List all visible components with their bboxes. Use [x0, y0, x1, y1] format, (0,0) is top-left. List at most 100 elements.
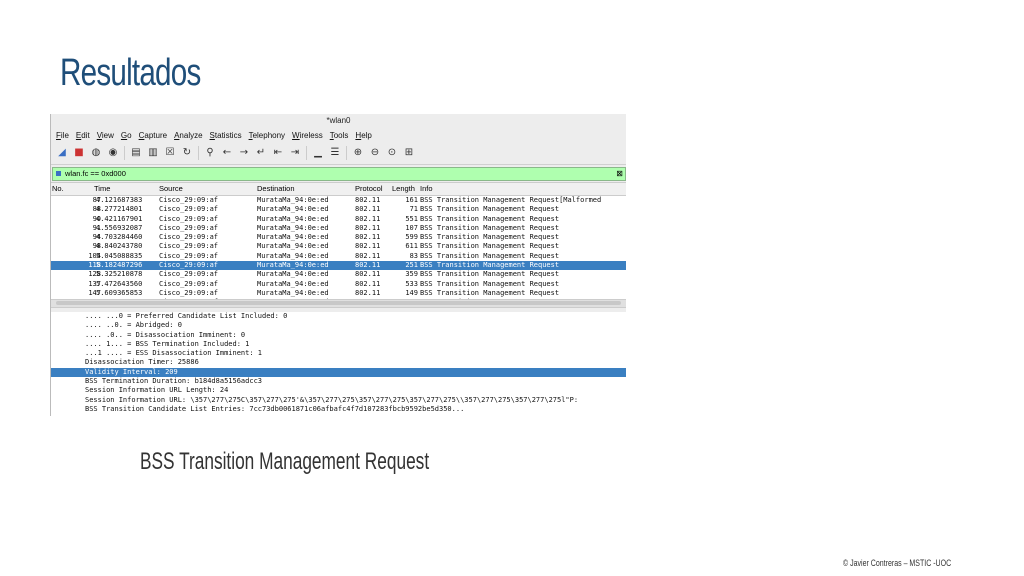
toolbar-separator [198, 146, 199, 160]
detail-line[interactable]: .... 1... = BSS Termination Included: 1 [51, 340, 626, 349]
packet-no: 98 [92, 242, 101, 251]
packet-src: Cisco_29:09:af [159, 261, 219, 270]
menu-edit[interactable]: Edit [76, 131, 90, 140]
toolbar-separator [124, 146, 125, 160]
packet-dst: MurataMa_94:0e:ed [257, 196, 329, 204]
packet-row[interactable]: 147 5.609365853 Cisco_29:09:af MurataMa_94:… [51, 289, 626, 298]
menu-file[interactable]: File [56, 131, 69, 140]
menu-go[interactable]: Go [121, 131, 132, 140]
open-file-icon[interactable]: ▤ [130, 147, 142, 159]
last-packet-icon[interactable]: ⇥ [289, 147, 301, 159]
packet-no: 128 [88, 270, 101, 279]
packet-proto: 802.11 [355, 205, 381, 214]
detail-line[interactable]: Session Information URL Length: 24 [51, 386, 626, 395]
zoom-out-icon[interactable]: ⊖ [369, 147, 381, 159]
packet-list-header: No. Time Source Destination Protocol Length In… [51, 182, 626, 196]
detail-line[interactable]: ...1 .... = ESS Disassociation Imminent:… [51, 349, 626, 358]
menu-help[interactable]: Help [355, 131, 371, 140]
close-file-icon[interactable]: ☒ [164, 147, 176, 159]
menu-statistics[interactable]: Statistics [210, 131, 242, 140]
restart-icon[interactable]: ◍ [90, 147, 102, 159]
resize-columns-icon[interactable]: ⊞ [403, 147, 415, 159]
detail-line[interactable]: Disassociation Timer: 25886 [51, 358, 626, 367]
col-protocol-header[interactable]: Protocol [355, 183, 383, 195]
packet-no: 137 [88, 279, 101, 288]
col-length-header[interactable]: Length [392, 183, 415, 195]
first-packet-icon[interactable]: ⇤ [272, 147, 284, 159]
zoom-in-icon[interactable]: ⊕ [352, 147, 364, 159]
packet-no: 104 [88, 251, 101, 260]
packet-row[interactable]: 90 4.421167901 Cisco_29:09:af MurataMa_94:0… [51, 215, 626, 224]
packet-src: Cisco_29:09:af [159, 214, 219, 223]
packet-row[interactable]: 98 4.840243780 Cisco_29:09:af MurataMa_94:0… [51, 242, 626, 251]
packet-len: 251 [405, 261, 418, 270]
col-no-header[interactable]: No. [52, 183, 64, 195]
packet-len: 107 [405, 223, 418, 232]
display-filter-input[interactable]: wlan.fc == 0xd000 ⊠ [52, 167, 626, 181]
col-source-header[interactable]: Source [159, 183, 183, 195]
back-icon[interactable]: ← [221, 147, 233, 159]
packet-row[interactable]: 88 4.277214801 Cisco_29:09:af MurataMa_94:0… [51, 205, 626, 214]
packet-info: BSS Transition Management Request [420, 223, 560, 232]
menu-analyze[interactable]: Analyze [174, 131, 202, 140]
slide-footer: © Javier Contreras – MSTIC -UOC [843, 558, 952, 568]
packet-row[interactable]: 91 4.556932087 Cisco_29:09:af MurataMa_94:0… [51, 224, 626, 233]
col-info-header[interactable]: Info [420, 183, 433, 195]
autoscroll-icon[interactable]: ▁ [312, 147, 324, 159]
packet-time: 5.182487296 [96, 261, 143, 270]
packet-no: 118 [88, 261, 101, 270]
packet-row[interactable]: 128 5.325210878 Cisco_29:09:af MurataMa_94:… [51, 270, 626, 279]
menu-tools[interactable]: Tools [330, 131, 349, 140]
filter-arrow-icon[interactable]: ⊠ [616, 168, 623, 180]
stop-icon[interactable]: ■ [73, 147, 85, 159]
slide-caption: BSS Transition Management Request [140, 448, 430, 475]
packet-proto: 802.11 [355, 214, 381, 223]
packet-info: BSS Transition Management Request [420, 233, 560, 242]
detail-line[interactable]: BSS Transition Candidate List Entries: 7… [51, 405, 626, 414]
colorize-icon[interactable]: ☰ [329, 147, 341, 159]
packet-row[interactable]: 87 4.121687383 Cisco_29:09:af MurataMa_94:0… [51, 196, 626, 205]
packet-proto: 802.11 [355, 223, 381, 232]
normal-size-icon[interactable]: ⊙ [386, 147, 398, 159]
packet-len: 149 [405, 288, 418, 297]
packet-row[interactable]: 137 5.472643560 Cisco_29:09:af MurataMa_94:… [51, 280, 626, 289]
reload-icon[interactable]: ↻ [181, 147, 193, 159]
packet-len: 611 [405, 242, 418, 251]
detail-line[interactable]: .... ..0. = Abridged: 0 [51, 321, 626, 330]
packet-list-hscrollbar[interactable] [51, 299, 626, 308]
packet-len: 533 [405, 279, 418, 288]
packet-row[interactable]: 94 4.703284460 Cisco_29:09:af MurataMa_94:0… [51, 233, 626, 242]
packet-time: 4.121687383 [96, 196, 143, 204]
packet-no: 94 [92, 233, 101, 242]
detail-line[interactable]: .... .0.. = Disassociation Imminent: 0 [51, 331, 626, 340]
detail-line[interactable]: BSS Termination Duration: b184d8a5156adc… [51, 377, 626, 386]
detail-line[interactable]: Session Information URL: \357\277\275C\3… [51, 396, 626, 405]
packet-time: 4.277214801 [96, 205, 143, 214]
packet-len: 161 [405, 196, 418, 204]
packet-time: 4.556932087 [96, 223, 143, 232]
slide-title: Resultados [60, 52, 201, 94]
packet-row[interactable]: 118 5.182487296 Cisco_29:09:af MurataMa_94:… [51, 261, 626, 271]
packet-proto: 802.11 [355, 261, 381, 270]
shark-fin-icon[interactable]: ◢ [56, 147, 68, 159]
save-icon[interactable]: ▥ [147, 147, 159, 159]
menu-telephony[interactable]: Telephony [249, 131, 285, 140]
packet-info: BSS Transition Management Request [420, 288, 560, 297]
detail-line[interactable]: .... ...0 = Preferred Candidate List Inc… [51, 312, 626, 321]
packet-time: 4.840243780 [96, 242, 143, 251]
packet-len: 71 [409, 205, 418, 214]
goto-packet-icon[interactable]: ↵ [255, 147, 267, 159]
packet-dst: MurataMa_94:0e:ed [257, 270, 329, 279]
find-icon[interactable]: ⚲ [204, 147, 216, 159]
menu-view[interactable]: View [97, 131, 114, 140]
packet-row[interactable]: 104 5.045088835 Cisco_29:09:af MurataMa_94:… [51, 252, 626, 261]
col-time-header[interactable]: Time [94, 183, 110, 195]
forward-icon[interactable]: → [238, 147, 250, 159]
detail-line[interactable]: Validity Interval: 209 [51, 367, 626, 378]
toolbar-separator [306, 146, 307, 160]
menu-capture[interactable]: Capture [139, 131, 167, 140]
options-icon[interactable]: ◉ [107, 147, 119, 159]
packet-info: BSS Transition Management Request [420, 279, 560, 288]
col-destination-header[interactable]: Destination [257, 183, 295, 195]
menu-wireless[interactable]: Wireless [292, 131, 323, 140]
